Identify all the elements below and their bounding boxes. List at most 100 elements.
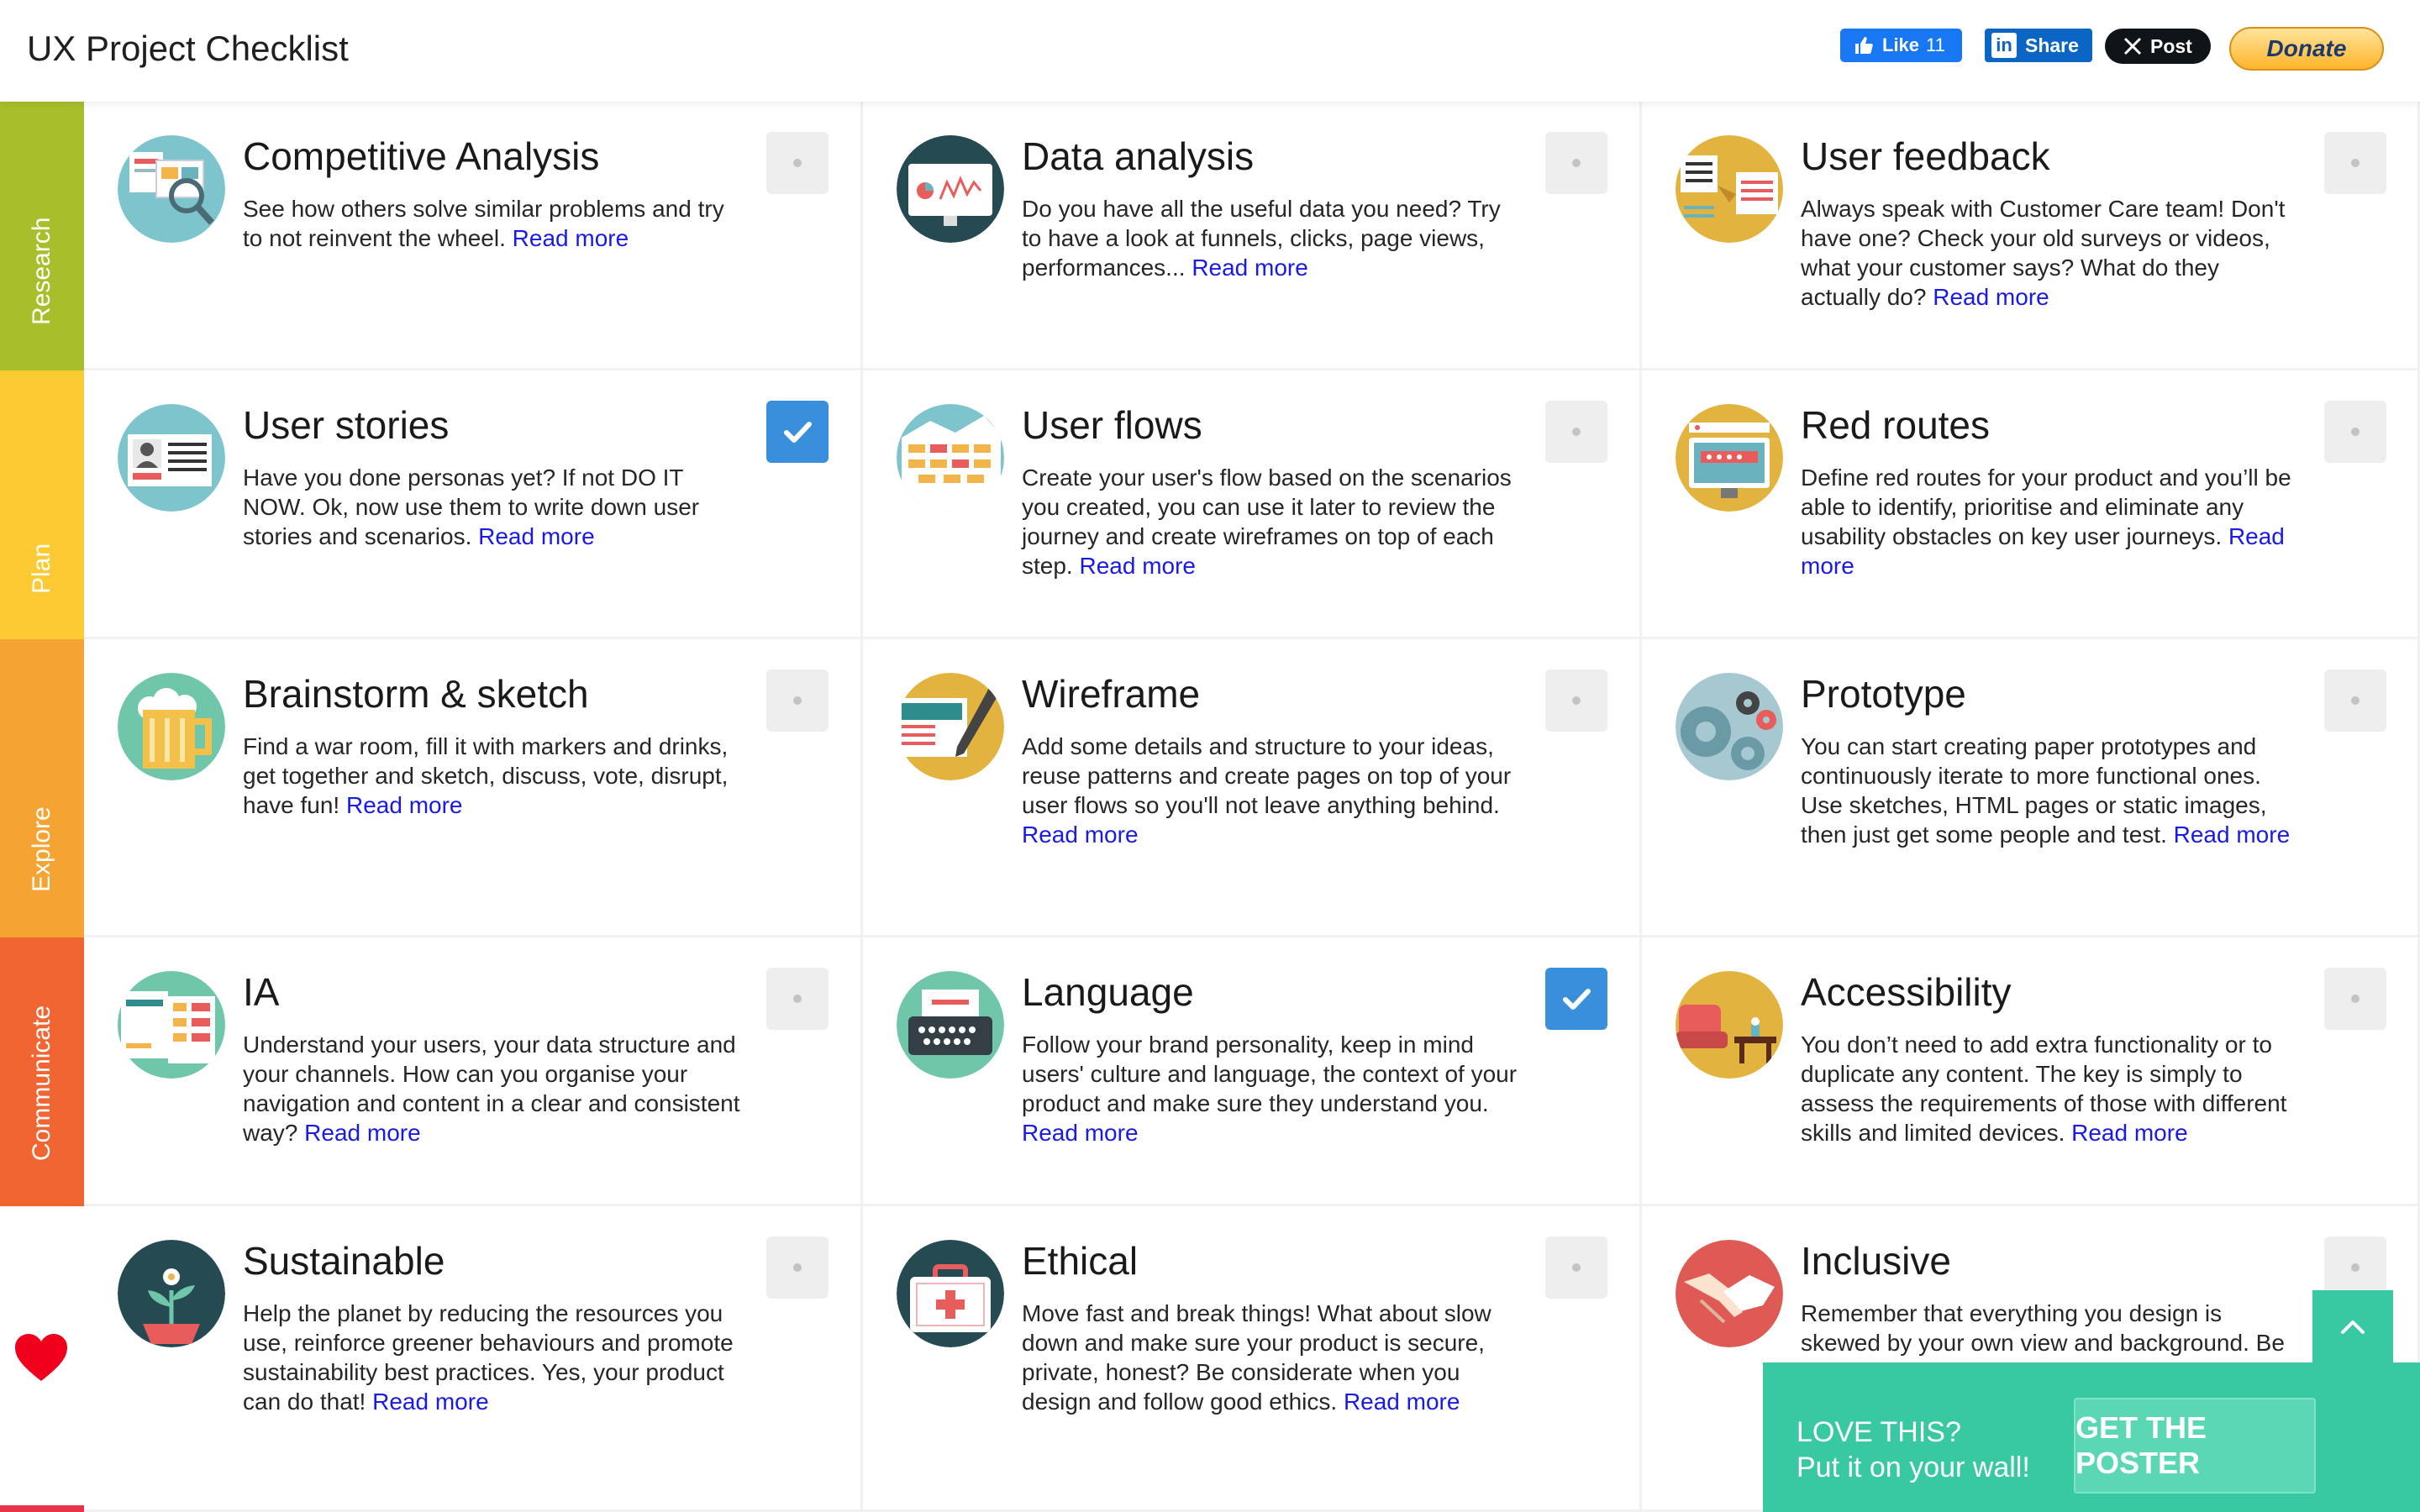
checkbox[interactable] [766,669,829,732]
card-red-routes: Red routes Define red routes for your pr… [1642,370,2420,639]
card-title: User stories [243,403,450,447]
checkbox[interactable] [1545,1236,1607,1299]
read-more-link[interactable]: Read more [1933,284,2049,310]
plant-icon [118,1240,225,1347]
typewriter-icon [897,971,1004,1079]
card-prototype: Prototype You can start creating paper p… [1642,639,2420,937]
checkbox[interactable] [2324,669,2386,732]
chevron-up-icon [2341,1320,2365,1334]
beer-icon [118,673,225,780]
red-routes-icon [1676,404,1783,512]
like-count: 11 [1926,34,1945,55]
card-title: Wireframe [1022,672,1201,716]
checkbox-dot-icon [1572,1263,1581,1272]
card-language: Language Follow your brand personality, … [863,937,1642,1206]
card-title: Brainstorm & sketch [243,672,589,716]
checkbox-checked[interactable] [766,401,829,463]
checkmark-icon [1563,989,1591,1010]
read-more-link[interactable]: Read more [478,523,595,549]
poster-text: LOVE THIS? Put it on your wall! [1797,1415,2030,1485]
facebook-like-button[interactable]: Like 11 [1840,29,1962,62]
x-logo-icon [2123,37,2142,55]
checkbox[interactable] [766,968,829,1030]
category-next-strip [0,1505,84,1512]
read-more-link[interactable]: Read more [2071,1120,2188,1146]
user-feedback-icon [1676,135,1783,243]
read-more-link[interactable]: Read more [304,1120,421,1146]
category-label: Communicate [28,1005,55,1161]
card-title: User flows [1022,403,1202,447]
read-more-link[interactable]: Read more [513,225,629,251]
card-description: Do you have all the useful data you need… [1022,196,1501,281]
x-post-button[interactable]: Post [2105,29,2211,64]
read-more-link[interactable]: Read more [1192,255,1308,281]
card-description: Help the planet by reducing the resource… [243,1300,734,1415]
checkbox-checked[interactable] [1545,968,1607,1030]
user-flows-icon [897,404,1004,512]
card-description: Move fast and break things! What about s… [1022,1300,1491,1415]
category-label: Explore [28,806,55,892]
post-label: Post [2150,34,2192,57]
card-title: Language [1022,970,1194,1014]
accessibility-icon [1676,971,1783,1079]
card-title: Accessibility [1801,970,2012,1014]
card-user-feedback: User feedback Always speak with Customer… [1642,102,2420,370]
category-research: Research [0,102,84,370]
checkbox-dot-icon [793,696,802,705]
read-more-link[interactable]: Read more [1022,822,1139,848]
read-more-link[interactable]: Read more [1079,553,1196,579]
checkbox-dot-icon [2351,159,2360,167]
share-label: Share [2025,34,2079,56]
poster-line-1: LOVE THIS? [1797,1416,1961,1448]
checkbox[interactable] [2324,968,2386,1030]
checkbox[interactable] [1545,132,1607,194]
heart-icon [15,1334,67,1381]
checkbox[interactable] [766,1236,829,1299]
card-ia: IA Understand your users, your data stru… [84,937,863,1206]
card-title: User feedback [1801,134,2050,178]
checkbox[interactable] [1545,669,1607,732]
card-user-flows: User flows Create your user's flow based… [863,370,1642,639]
poster-promo-banner: LOVE THIS? Put it on your wall! GET THE … [1763,1362,2420,1512]
handshake-icon [1676,1240,1783,1347]
checkbox-dot-icon [793,159,802,167]
card-accessibility: Accessibility You don’t need to add extr… [1642,937,2420,1206]
category-communicate: Communicate [0,937,84,1206]
checkbox-dot-icon [2351,428,2360,436]
read-more-link[interactable]: Read more [346,792,463,818]
checkbox[interactable] [2324,132,2386,194]
checkbox[interactable] [2324,1236,2386,1299]
data-analysis-icon [897,135,1004,243]
category-label: Research [28,217,55,325]
checkbox[interactable] [1545,401,1607,463]
gears-icon [1676,673,1783,780]
card-description: Find a war room, fill it with markers an… [243,733,729,818]
checkbox[interactable] [2324,401,2386,463]
card-sustainable: Sustainable Help the planet by reducing … [84,1206,863,1512]
card-wireframe: Wireframe Add some details and structure… [863,639,1642,937]
checkbox-dot-icon [1572,159,1581,167]
card-title: Prototype [1801,672,1966,716]
checkbox-dot-icon [2351,1263,2360,1272]
category-explore: Explore [0,639,84,937]
read-more-link[interactable]: Read more [372,1389,489,1415]
card-title: Red routes [1801,403,1991,447]
read-more-link[interactable]: Read more [1022,1120,1139,1146]
card-title: IA [243,970,280,1014]
card-title: Competitive Analysis [243,134,600,178]
first-aid-icon [897,1240,1004,1347]
card-description: See how others solve similar problems an… [243,196,724,251]
scroll-to-top-button[interactable] [2312,1290,2393,1362]
poster-line-2: Put it on your wall! [1797,1452,2030,1483]
category-plan: Plan [0,370,84,639]
linkedin-icon: in [1991,33,2017,58]
get-poster-button[interactable]: GET THE POSTER [2074,1398,2316,1494]
read-more-link[interactable]: Read more [2174,822,2291,848]
donate-button[interactable]: Donate [2229,27,2384,71]
checkbox[interactable] [766,132,829,194]
category-label: Plan [28,543,55,594]
card-description: Have you done personas yet? If not DO IT… [243,465,700,549]
linkedin-share-button[interactable]: in Share [1985,29,2092,62]
card-title: Data analysis [1022,134,1255,178]
read-more-link[interactable]: Read more [1344,1389,1460,1415]
